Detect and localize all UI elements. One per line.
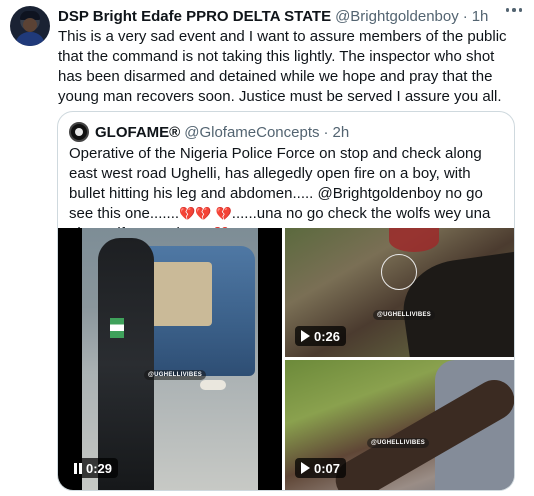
video-watermark: @UGHELLIVIBES	[144, 370, 207, 380]
quoted-header-separator: ·	[323, 123, 329, 141]
video-thumbnail-3[interactable]: @UGHELLIVIBES 0:07	[285, 360, 514, 490]
video-duration-badge[interactable]: 0:26	[295, 326, 347, 346]
broken-heart-icon: 💔	[215, 206, 232, 221]
shoe-shape	[200, 380, 226, 390]
quoted-tweet[interactable]: GLOFAME® @GlofameConcepts · 2h Operative…	[57, 111, 515, 491]
image-area	[389, 228, 439, 252]
pause-icon[interactable]	[74, 462, 82, 474]
broken-heart-icon: 💔	[195, 206, 212, 221]
avatar-face	[23, 18, 37, 32]
broken-heart-icon: 💔	[179, 206, 196, 221]
quoted-author-avatar[interactable]	[69, 122, 89, 142]
car-interior-shape	[146, 262, 212, 326]
video-thumbnail-2[interactable]: @UGHELLIVIBES 0:26	[285, 228, 514, 357]
video-thumbnail-1[interactable]: @UGHELLIVIBES 0:29	[58, 228, 282, 490]
video-duration: 0:26	[314, 328, 341, 344]
video-watermark: @UGHELLIVIBES	[367, 438, 430, 448]
video-watermark: @UGHELLIVIBES	[373, 310, 436, 320]
avatar-uniform	[15, 32, 45, 46]
quoted-tweet-header: GLOFAME® @GlofameConcepts · 2h	[95, 122, 349, 142]
video-duration-badge[interactable]: 0:07	[295, 458, 347, 478]
flag-patch	[110, 318, 124, 338]
video-frame: @UGHELLIVIBES	[82, 228, 258, 490]
image-highlight-circle	[381, 254, 417, 290]
tweet-text: This is a very sad event and I want to a…	[58, 28, 507, 105]
more-horizontal-icon[interactable]	[505, 8, 522, 12]
quoted-author-handle: @GlofameConcepts	[184, 123, 320, 141]
quoted-author-name: GLOFAME®	[95, 123, 181, 141]
play-icon[interactable]	[301, 330, 310, 342]
author-name[interactable]: DSP Bright Edafe PPRO DELTA STATE	[58, 8, 331, 25]
tweet-timestamp[interactable]: 1h	[472, 8, 489, 25]
header-separator: ·	[462, 7, 468, 25]
media-grid: @UGHELLIVIBES 0:29 @UGHELLIVIBES 0:26 @U…	[58, 228, 514, 490]
video-duration-badge[interactable]: 0:29	[68, 458, 119, 478]
tweet-header: DSP Bright Edafe PPRO DELTA STATE @Brigh…	[58, 6, 488, 26]
author-handle[interactable]: @Brightgoldenboy	[335, 8, 459, 25]
quoted-tweet-timestamp: 2h	[332, 123, 350, 141]
author-avatar[interactable]	[10, 6, 50, 46]
officer-shape	[98, 238, 154, 490]
tweet[interactable]: DSP Bright Edafe PPRO DELTA STATE @Brigh…	[0, 0, 534, 496]
video-duration: 0:07	[314, 460, 341, 476]
video-duration: 0:29	[86, 460, 113, 476]
play-icon[interactable]	[301, 462, 310, 474]
